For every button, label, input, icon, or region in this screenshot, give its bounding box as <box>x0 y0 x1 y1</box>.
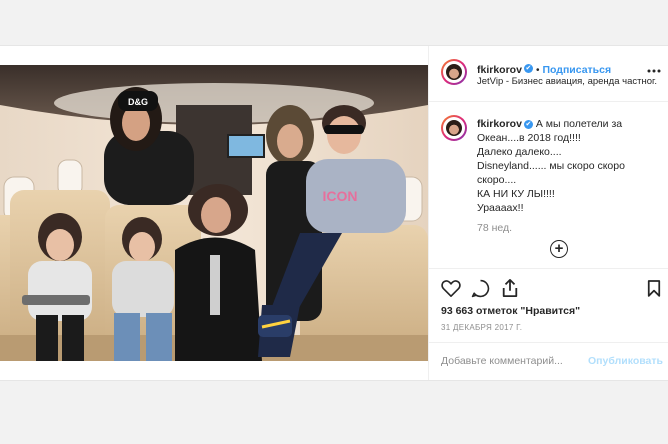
caption-time-ago[interactable]: 78 нед. <box>477 222 512 234</box>
plus-circle-icon[interactable]: + <box>550 240 568 258</box>
post-photo[interactable]: D&G ICON <box>0 65 428 361</box>
post-sidebar: fkirkorov ✔ • Подписаться JetVip - Бизнес а… <box>428 46 668 380</box>
caption-line: скоро.... <box>477 174 517 186</box>
caption-username[interactable]: fkirkorov <box>477 118 522 130</box>
post-date[interactable]: 31 ДЕКАБРЯ 2017 Г. <box>441 323 522 332</box>
caption-line: А мы полетели за <box>535 118 623 130</box>
comment-input[interactable]: Добавьте комментарий... <box>441 355 563 367</box>
caption-line: Океан....в 2018 год!!!! <box>477 132 581 144</box>
share-icon[interactable] <box>501 278 519 303</box>
caption-line: Ураааах!! <box>477 202 524 214</box>
caption-line: КА НИ КУ ЛЫ!!!! <box>477 188 555 200</box>
likes-count[interactable]: 93 663 отметок "Нравится" <box>441 305 580 317</box>
post-header: fkirkorov ✔ • Подписаться JetVip - Бизнес а… <box>429 46 668 102</box>
follow-button[interactable]: Подписаться <box>542 64 611 76</box>
instagram-post: D&G ICON fkirkorov ✔ • Подписаться JetVi… <box>0 45 668 381</box>
jet-cabin-photo: D&G ICON <box>0 65 428 361</box>
publish-button[interactable]: Опубликовать <box>588 355 663 367</box>
header-username[interactable]: fkirkorov <box>477 64 522 76</box>
header-separator: • <box>535 65 540 76</box>
location-link[interactable]: JetVip - Бизнес авиация, аренда частног.… <box>477 76 657 87</box>
shirt-text: ICON <box>323 188 358 204</box>
comment-icon[interactable] <box>471 279 490 303</box>
verified-badge-icon: ✔ <box>523 64 533 74</box>
avatar[interactable] <box>441 59 467 85</box>
cap-logo-text: D&G <box>128 97 148 107</box>
post-caption: fkirkorov ✔ А мы полетели за Океан....в 2… <box>477 117 663 215</box>
heart-icon[interactable] <box>441 279 461 302</box>
caption-line: Disneyland...... мы скоро скоро <box>477 160 625 172</box>
caption-verified-badge-icon: ✔ <box>523 119 533 129</box>
caption-line: Далеко далеко.... <box>477 146 562 158</box>
caption-avatar[interactable] <box>441 115 467 141</box>
comment-box: Добавьте комментарий... Опубликовать <box>429 342 668 381</box>
more-options-icon[interactable] <box>647 60 661 76</box>
bookmark-icon[interactable] <box>647 279 661 302</box>
